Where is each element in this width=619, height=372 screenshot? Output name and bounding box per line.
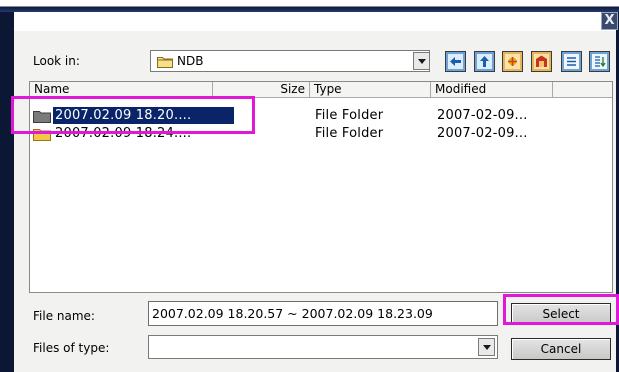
look-in-value: NDB bbox=[177, 54, 204, 68]
file-type-cell: File Folder bbox=[315, 108, 384, 123]
files-of-type-combo[interactable] bbox=[148, 335, 498, 359]
list-view-button[interactable] bbox=[561, 51, 582, 72]
new-folder-icon bbox=[505, 54, 520, 69]
look-in-label: Look in: bbox=[33, 54, 80, 68]
column-header-type[interactable]: Type bbox=[310, 82, 431, 98]
list-view-icon bbox=[564, 54, 579, 69]
up-folder-button[interactable] bbox=[474, 51, 495, 72]
title-bar bbox=[0, 0, 619, 12]
file-name-value: 2007.02.09 18.20.57 ~ 2007.02.09 18.23.0… bbox=[152, 306, 433, 321]
details-view-icon bbox=[592, 54, 607, 69]
chevron-down-icon bbox=[418, 59, 426, 64]
home-button[interactable] bbox=[531, 51, 552, 72]
files-of-type-label: Files of type: bbox=[33, 341, 110, 355]
window-frame-left bbox=[0, 12, 14, 372]
file-name-label: File name: bbox=[33, 309, 95, 323]
annotation-highlight-select-button bbox=[503, 294, 619, 325]
look-in-dropdown-button[interactable] bbox=[413, 52, 430, 70]
new-folder-button[interactable] bbox=[502, 51, 523, 72]
close-button[interactable]: X bbox=[601, 12, 618, 30]
file-modified-cell: 2007-02-09... bbox=[437, 108, 528, 123]
home-icon bbox=[534, 54, 549, 69]
details-view-button[interactable] bbox=[589, 51, 610, 72]
file-type-cell: File Folder bbox=[315, 126, 384, 141]
annotation-highlight-selected-folder bbox=[11, 96, 255, 134]
file-name-input[interactable]: 2007.02.09 18.20.57 ~ 2007.02.09 18.23.0… bbox=[148, 301, 498, 326]
close-icon: X bbox=[604, 13, 615, 28]
column-header-filler bbox=[553, 82, 612, 98]
cancel-button[interactable]: Cancel bbox=[511, 338, 611, 360]
back-icon bbox=[448, 54, 463, 69]
up-folder-icon bbox=[477, 54, 492, 69]
file-modified-cell: 2007-02-09... bbox=[437, 126, 528, 141]
title-bar-band bbox=[0, 0, 619, 12]
back-button[interactable] bbox=[445, 51, 466, 72]
chevron-down-icon bbox=[483, 345, 491, 350]
look-in-combo[interactable]: NDB bbox=[150, 50, 430, 72]
folder-icon bbox=[157, 57, 173, 68]
files-of-type-dropdown-button[interactable] bbox=[478, 338, 495, 356]
column-header-modified[interactable]: Modified bbox=[431, 82, 553, 98]
